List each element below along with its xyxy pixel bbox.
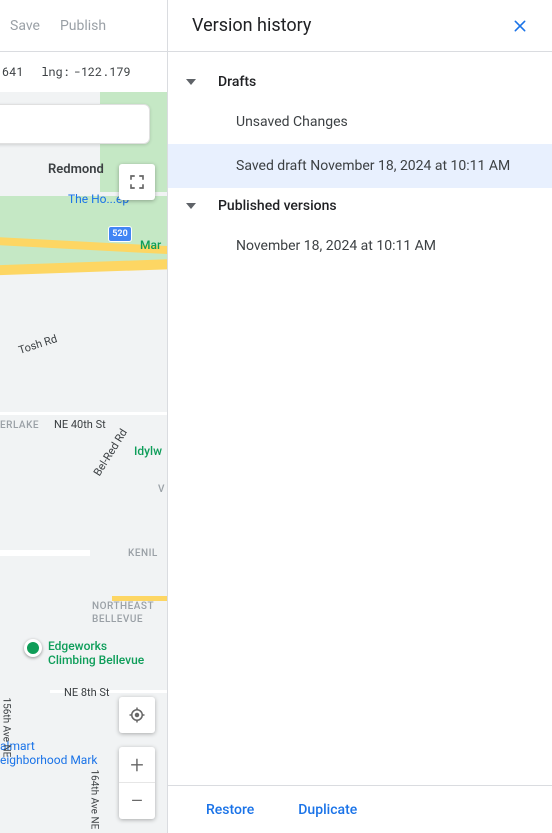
poi-edgeworks: Edgeworks <box>48 639 107 653</box>
save-button: Save <box>10 18 40 34</box>
lat-value: 641 <box>2 64 23 80</box>
version-history-panel: Version history Drafts Unsaved Changes S… <box>167 0 552 833</box>
crosshair-icon <box>128 706 146 724</box>
close-icon <box>512 18 528 34</box>
fullscreen-button[interactable] <box>119 164 155 200</box>
road <box>0 550 90 556</box>
route-shield-520: 520 <box>108 226 132 242</box>
road-label: 164th Ave NE <box>89 770 100 830</box>
zoom-control: + − <box>119 747 155 819</box>
zoom-out-button[interactable]: − <box>119 783 155 819</box>
chevron-down-icon <box>186 203 196 209</box>
neighborhood-label: ERLAKE <box>0 420 39 431</box>
neighborhood-label: KENIL <box>128 548 158 559</box>
panel-title: Version history <box>192 15 504 36</box>
road <box>0 412 167 415</box>
version-item-unsaved[interactable]: Unsaved Changes <box>168 100 552 144</box>
lng-value: -122.179 <box>74 64 131 80</box>
locate-button[interactable] <box>119 697 155 733</box>
road-label: NE 8th St <box>64 686 110 699</box>
version-item-saved-draft[interactable]: Saved draft November 18, 2024 at 10:11 A… <box>168 144 552 188</box>
map-controls: + − <box>119 697 155 819</box>
poi-marker-icon[interactable] <box>24 639 42 657</box>
chevron-down-icon <box>186 79 196 85</box>
neighborhood-label: NORTHEAST BELLEVUE <box>92 600 154 626</box>
section-label: Published versions <box>218 198 337 214</box>
fullscreen-icon <box>128 173 146 191</box>
duplicate-button[interactable]: Duplicate <box>298 802 357 818</box>
publish-button: Publish <box>60 18 106 34</box>
version-item-published[interactable]: November 18, 2024 at 10:11 AM <box>168 224 552 268</box>
section-label: Drafts <box>218 74 256 90</box>
city-label: Redmond <box>48 162 104 177</box>
panel-body: Drafts Unsaved Changes Saved draft Novem… <box>168 52 552 785</box>
panel-header: Version history <box>168 0 552 52</box>
lng-label: lng: <box>41 64 69 80</box>
map-search-input[interactable] <box>0 104 150 144</box>
zoom-in-button[interactable]: + <box>119 747 155 783</box>
road-label: NE 40th St <box>54 418 106 431</box>
close-button[interactable] <box>504 10 536 42</box>
drafts-section-toggle[interactable]: Drafts <box>168 64 552 100</box>
panel-footer: Restore Duplicate <box>168 785 552 833</box>
poi-label: Idylw <box>134 444 162 458</box>
road-label: 156th Ave NE <box>1 698 12 758</box>
neighborhood-label: V <box>158 484 165 495</box>
published-section-toggle[interactable]: Published versions <box>168 188 552 224</box>
map-canvas[interactable]: Redmond The Ho...ep Mar 520 Tosh Rd ERLA… <box>0 92 167 833</box>
poi-walmart: eighborhood Mark <box>0 753 97 767</box>
park-area <box>0 196 167 266</box>
restore-button[interactable]: Restore <box>206 802 254 818</box>
poi-marymoor: Mar <box>140 238 161 252</box>
poi-edgeworks: Climbing Bellevue <box>48 653 144 667</box>
